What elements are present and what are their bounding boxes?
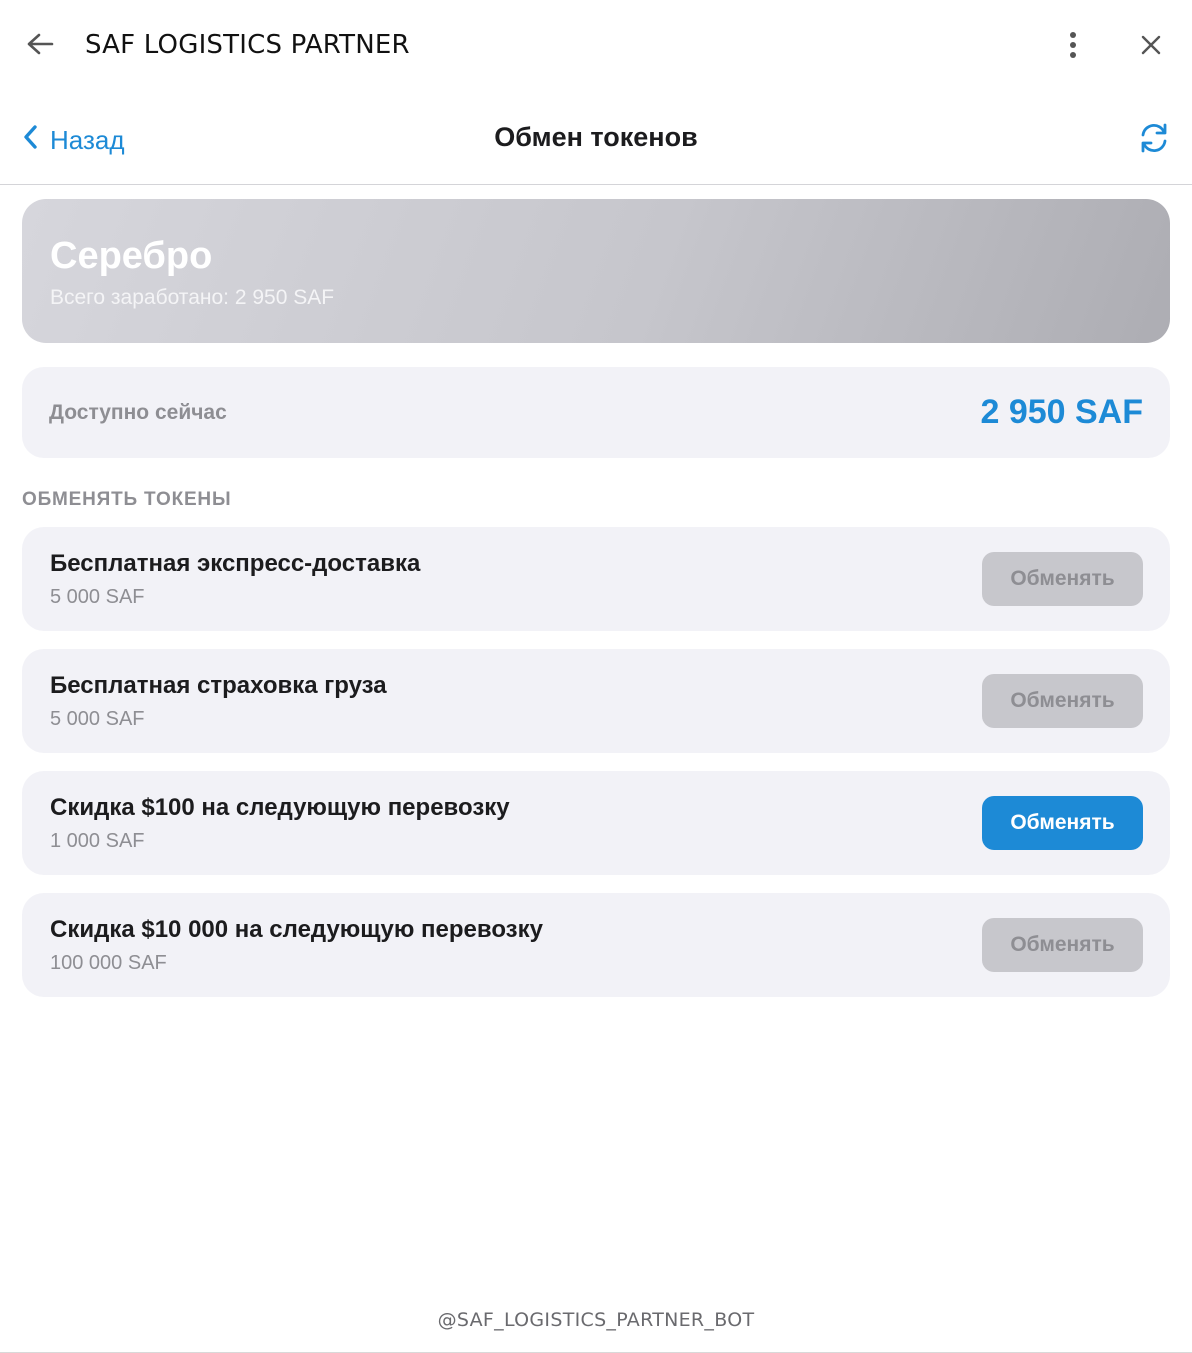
redeem-button[interactable]: Обменять [982,674,1143,728]
section-label: ОБМЕНЯТЬ ТОКЕНЫ [22,489,232,510]
available-value: 2 950 SAF [980,393,1143,431]
reward-text: Скидка $100 на следующую перевозку 1 000… [50,793,510,853]
reward-text: Скидка $10 000 на следующую перевозку 10… [50,915,543,975]
reward-title: Бесплатная экспресс-доставка [50,550,421,577]
reward-text: Бесплатная страховка груза 5 000 SAF [50,671,387,731]
mini-app-window: SAF LOGISTICS PARTNER Назад Обмен токено… [0,0,1192,1353]
reward-cost: 5 000 SAF [50,586,145,608]
arrow-left-icon[interactable] [24,28,56,60]
more-vertical-icon[interactable] [1060,28,1086,62]
tier-total-earned: Всего заработано: 2 950 SAF [50,286,335,309]
redeem-button[interactable]: Обменять [982,918,1143,972]
reward-title: Бесплатная страховка груза [50,672,387,699]
reward-item: Бесплатная экспресс-доставка 5 000 SAF О… [22,527,1170,631]
refresh-icon[interactable] [1136,120,1172,156]
redeem-button[interactable]: Обменять [982,552,1143,606]
reward-text: Бесплатная экспресс-доставка 5 000 SAF [50,549,420,609]
bot-handle: @SAF_LOGISTICS_PARTNER_BOT [437,1309,755,1331]
available-balance-card: Доступно сейчас 2 950 SAF [22,367,1170,458]
reward-title: Скидка $100 на следующую перевозку [50,794,510,821]
available-label: Доступно сейчас [49,400,227,424]
reward-item: Бесплатная страховка груза 5 000 SAF Обм… [22,649,1170,753]
page-title: Обмен токенов [494,122,698,152]
window-topbar: SAF LOGISTICS PARTNER [0,0,1192,92]
reward-item: Скидка $100 на следующую перевозку 1 000… [22,771,1170,875]
window-title: SAF LOGISTICS PARTNER [85,30,410,60]
redeem-button[interactable]: Обменять [982,796,1143,850]
reward-item: Скидка $10 000 на следующую перевозку 10… [22,893,1170,997]
page-header: Назад Обмен токенов [0,92,1192,185]
tier-card: Серебро Всего заработано: 2 950 SAF [22,199,1170,343]
reward-cost: 5 000 SAF [50,708,145,730]
reward-title: Скидка $10 000 на следующую перевозку [50,916,543,943]
reward-cost: 100 000 SAF [50,952,167,974]
close-icon[interactable] [1136,30,1166,60]
tier-name: Серебро [50,235,213,277]
reward-cost: 1 000 SAF [50,830,145,852]
